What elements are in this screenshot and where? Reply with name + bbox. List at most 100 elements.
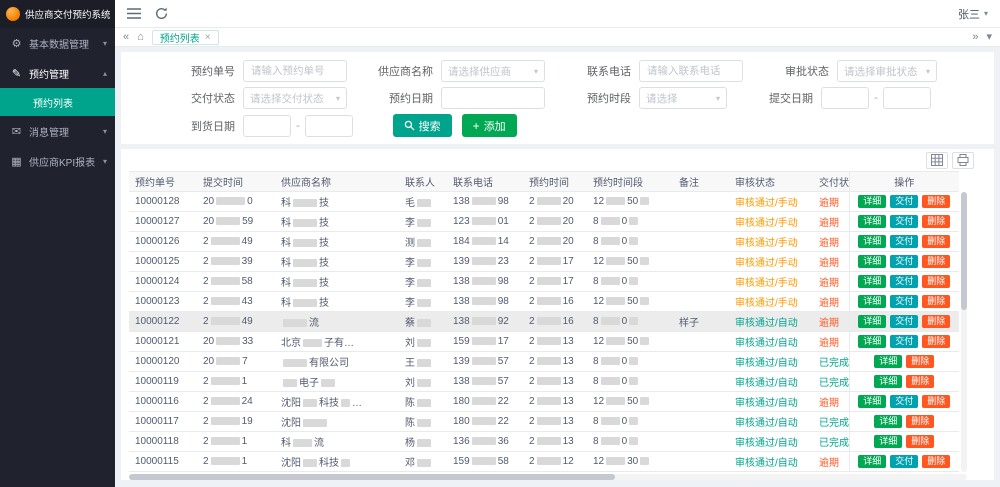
horizontal-scrollbar[interactable] xyxy=(129,474,967,480)
reservation-no-input[interactable] xyxy=(243,60,347,82)
delete-button[interactable]: 删除 xyxy=(922,315,950,328)
table-row[interactable]: 10000122249流蔡1389221680样子审核通过/自动逾期详细交付删除 xyxy=(129,312,959,332)
delete-button[interactable]: 删除 xyxy=(906,355,934,368)
sidebar-item-reservation-mgmt[interactable]: ✎ 预约管理 ▴ xyxy=(0,58,115,88)
detail-button[interactable]: 详细 xyxy=(858,455,886,468)
deliver-button[interactable]: 交付 xyxy=(890,255,918,268)
table-row[interactable]: 1000011921电子刘1385721380审核通过/自动已完成详细删除 xyxy=(129,372,959,392)
table-row[interactable]: 10000125239科技李139232171250审核通过/手动逾期详细交付删… xyxy=(129,252,959,272)
delete-button[interactable]: 删除 xyxy=(906,415,934,428)
close-icon[interactable]: × xyxy=(205,32,211,43)
detail-button[interactable]: 详细 xyxy=(858,315,886,328)
tab-reservation-list[interactable]: 预约列表 × xyxy=(152,30,219,45)
delete-button[interactable]: 删除 xyxy=(922,275,950,288)
deliver-button[interactable]: 交付 xyxy=(890,395,918,408)
sidebar-item-reservation-list[interactable]: 预约列表 xyxy=(0,88,115,116)
delete-button[interactable]: 删除 xyxy=(922,455,950,468)
menu-label: 消息管理 xyxy=(29,124,97,139)
table-row[interactable]: 10000123243科技李138982161250审核通过/手动逾期详细交付删… xyxy=(129,292,959,312)
column-header: 预约单号 xyxy=(129,172,197,192)
detail-button[interactable]: 详细 xyxy=(874,415,902,428)
time-slot-select[interactable]: 请选择 ▾ xyxy=(639,87,727,109)
table-row[interactable]: 1000011521沈阳科技邓159582121230审核通过/自动逾期详细交付… xyxy=(129,452,959,472)
table-row[interactable]: 100001212033北京子有…刘159172131250审核通过/自动逾期详… xyxy=(129,332,959,352)
delete-button[interactable]: 删除 xyxy=(922,395,950,408)
vertical-scrollbar[interactable] xyxy=(961,192,967,472)
detail-button[interactable]: 详细 xyxy=(858,275,886,288)
search-button[interactable]: 搜索 xyxy=(393,114,452,137)
deliver-button[interactable]: 交付 xyxy=(890,315,918,328)
sidebar-item-message-mgmt[interactable]: ✉ 消息管理 ▾ xyxy=(0,116,115,146)
tab-options-icon[interactable]: ▾ xyxy=(986,32,992,43)
delete-button[interactable]: 删除 xyxy=(922,235,950,248)
detail-button[interactable]: 详细 xyxy=(858,295,886,308)
cell-reservation-no: 10000122 xyxy=(129,312,197,332)
deliver-button[interactable]: 交付 xyxy=(890,295,918,308)
detail-button[interactable]: 详细 xyxy=(858,335,886,348)
table-row[interactable]: 10000124258科技李1389821780审核通过/手动逾期详细交付删除 xyxy=(129,272,959,292)
phone-input[interactable] xyxy=(639,60,743,82)
collapse-menu-icon[interactable] xyxy=(127,8,141,19)
deliver-button[interactable]: 交付 xyxy=(890,215,918,228)
horizontal-scrollbar-thumb[interactable] xyxy=(129,474,615,480)
detail-button[interactable]: 详细 xyxy=(858,195,886,208)
sidebar-item-kpi-report[interactable]: ▦ 供应商KPI报表 ▾ xyxy=(0,146,115,176)
delete-button[interactable]: 删除 xyxy=(922,215,950,228)
scroll-tabs-left-icon[interactable]: « xyxy=(123,32,129,43)
submit-date-start-input[interactable] xyxy=(821,87,869,109)
detail-button[interactable]: 详细 xyxy=(858,215,886,228)
delete-button[interactable]: 删除 xyxy=(906,435,934,448)
table-row[interactable]: 1000011821科流杨1363621380审核通过/自动已完成详细删除 xyxy=(129,432,959,452)
detail-button[interactable]: 详细 xyxy=(858,255,886,268)
printer-icon[interactable] xyxy=(952,152,974,169)
table-row[interactable]: 10000117219沈阳陈1802221380审核通过/自动已完成详细删除 xyxy=(129,412,959,432)
cell-supplier-name: 流 xyxy=(275,312,399,332)
deliver-button[interactable]: 交付 xyxy=(890,275,918,288)
home-icon[interactable]: ⌂ xyxy=(137,32,144,43)
vertical-scrollbar-thumb[interactable] xyxy=(961,192,967,310)
detail-button[interactable]: 详细 xyxy=(858,235,886,248)
table-row[interactable]: 10000126249科技测1841422080审核通过/手动逾期详细交付删除 xyxy=(129,232,959,252)
submit-date-end-input[interactable] xyxy=(883,87,931,109)
detail-button[interactable]: 详细 xyxy=(874,355,902,368)
scroll-tabs-right-icon[interactable]: » xyxy=(972,32,978,43)
sidebar-item-basic-data[interactable]: ⚙ 基本数据管理 ▾ xyxy=(0,28,115,58)
cell-time-slot: 80 xyxy=(587,232,673,252)
refresh-icon[interactable] xyxy=(155,7,168,20)
arrival-date-start-input[interactable] xyxy=(243,115,291,137)
report-icon: ▦ xyxy=(10,155,23,168)
detail-button[interactable]: 详细 xyxy=(874,435,902,448)
delete-button[interactable]: 删除 xyxy=(922,195,950,208)
cell-contact: 李 xyxy=(399,292,447,312)
column-header: 提交时间 xyxy=(197,172,275,192)
arrival-date-end-input[interactable] xyxy=(305,115,353,137)
table-row[interactable]: 10000116224沈阳科技…陈180222131250审核通过/自动逾期详细… xyxy=(129,392,959,412)
delete-button[interactable]: 删除 xyxy=(922,335,950,348)
deliver-button[interactable]: 交付 xyxy=(890,195,918,208)
delete-button[interactable]: 删除 xyxy=(922,295,950,308)
approval-status-select[interactable]: 请选择审批状态 ▾ xyxy=(837,60,937,82)
table-row[interactable]: 100001272059科技李1230122080审核通过/手动逾期详细交付删除 xyxy=(129,212,959,232)
deliver-button[interactable]: 交付 xyxy=(890,235,918,248)
cell-review-status: 审核通过/自动 xyxy=(729,432,813,452)
detail-button[interactable]: 详细 xyxy=(874,375,902,388)
column-header: 操作 xyxy=(849,172,959,192)
cell-reservation-no: 10000124 xyxy=(129,272,197,292)
supplier-select[interactable]: 请选择供应商 ▾ xyxy=(441,60,545,82)
reservation-date-input[interactable] xyxy=(441,87,545,109)
delete-button[interactable]: 删除 xyxy=(906,375,934,388)
table-row[interactable]: 10000128200科技毛138982201250审核通过/手动逾期详细交付删… xyxy=(129,192,959,212)
delete-button[interactable]: 删除 xyxy=(922,255,950,268)
cell-review-status: 审核通过/手动 xyxy=(729,252,813,272)
grid-icon[interactable] xyxy=(926,152,948,169)
search-form: 预约单号 供应商名称 请选择供应商 ▾ 联系电话 审批状态 xyxy=(121,52,994,144)
deliver-button[interactable]: 交付 xyxy=(890,455,918,468)
add-button[interactable]: + 添加 xyxy=(462,114,517,137)
cell-supplier-name: 有限公司 xyxy=(275,352,399,372)
table-row[interactable]: 10000120207有限公司王1395721380审核通过/自动已完成详细删除 xyxy=(129,352,959,372)
cell-remark xyxy=(673,252,729,272)
user-menu[interactable]: 张三 ▾ xyxy=(958,6,988,22)
deliver-button[interactable]: 交付 xyxy=(890,335,918,348)
detail-button[interactable]: 详细 xyxy=(858,395,886,408)
delivery-status-select[interactable]: 请选择交付状态 ▾ xyxy=(243,87,347,109)
